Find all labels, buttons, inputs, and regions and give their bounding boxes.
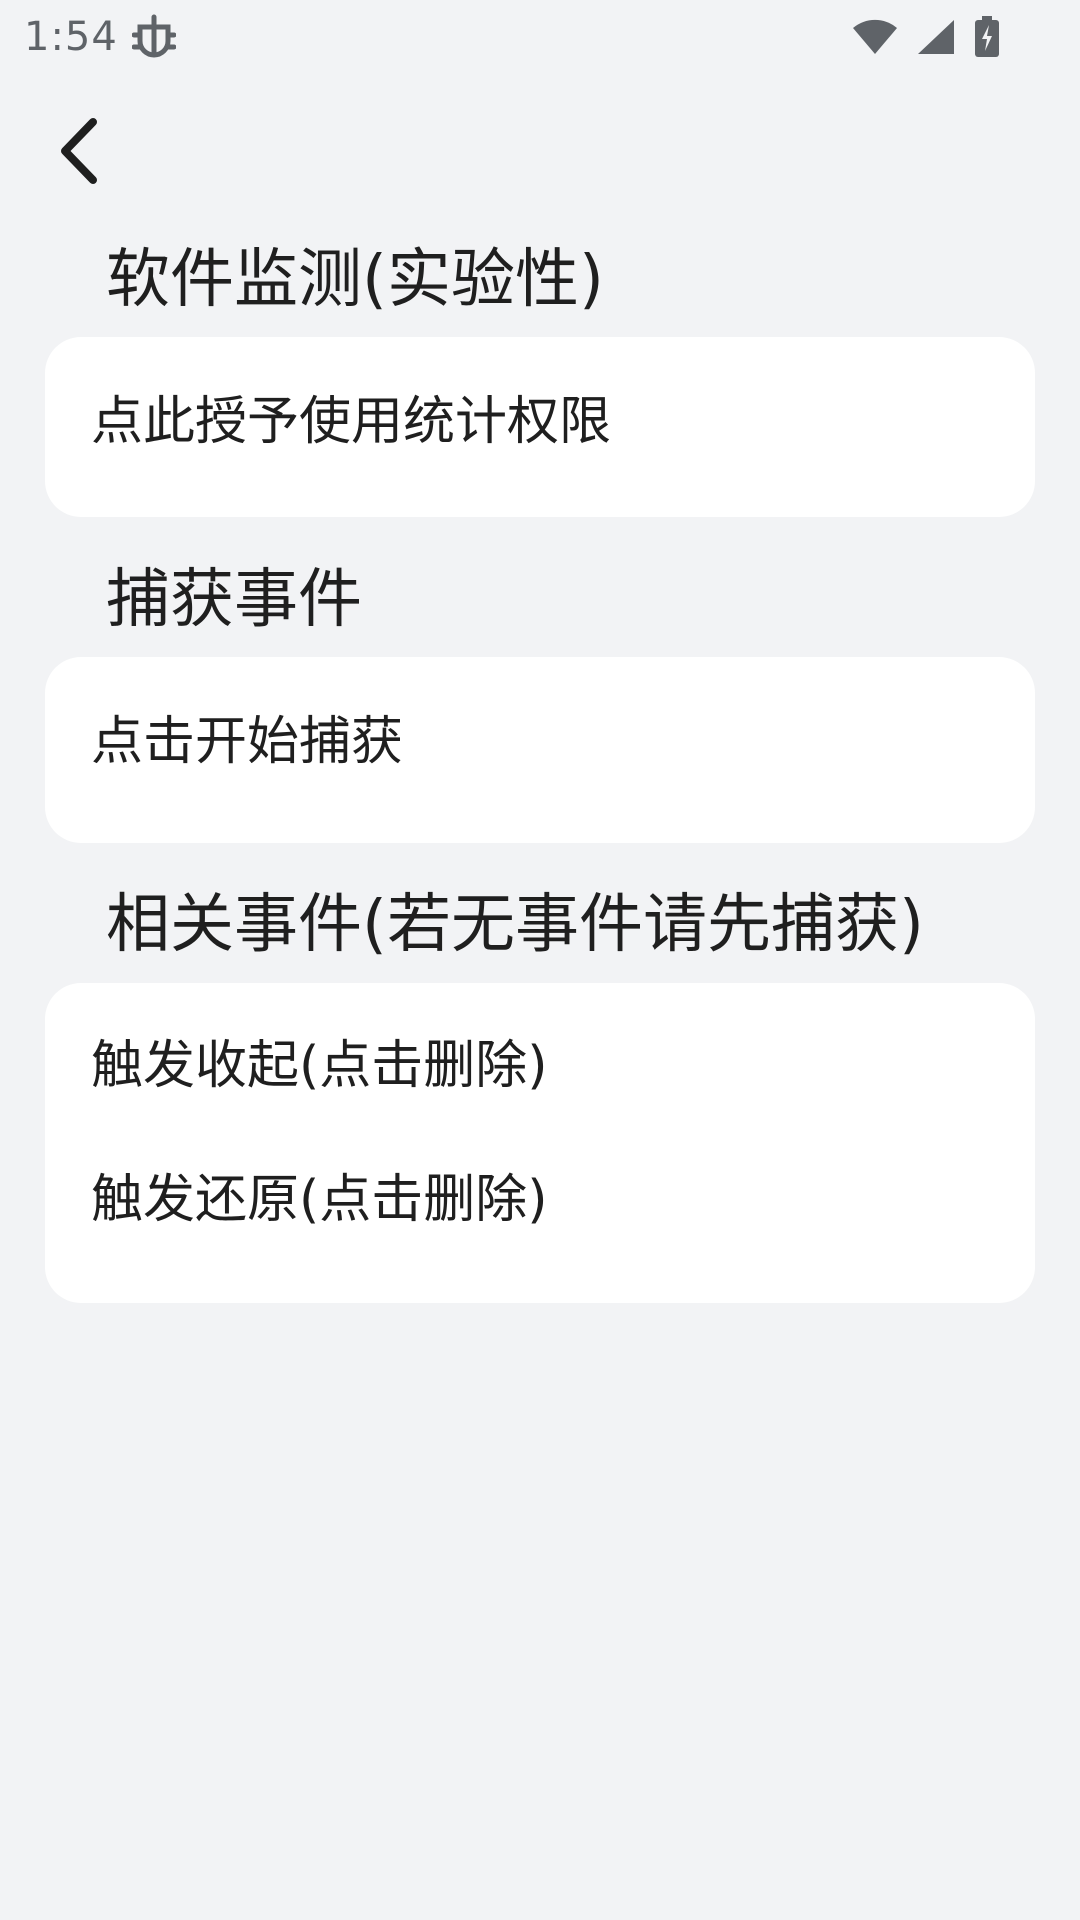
card-capture: 点击开始捕获 xyxy=(45,657,1035,843)
status-right xyxy=(852,16,1000,58)
section-title-related-events: 相关事件(若无事件请先捕获) xyxy=(106,888,924,962)
wifi-icon xyxy=(852,18,898,56)
back-button[interactable] xyxy=(38,108,118,198)
bug-icon xyxy=(131,13,176,61)
start-capture-item[interactable]: 点击开始捕获 xyxy=(91,707,403,777)
section-title-app-monitor: 软件监测(实验性) xyxy=(106,243,604,317)
signal-icon xyxy=(916,18,956,56)
section-title-capture: 捕获事件 xyxy=(106,563,362,637)
card-app-monitor: 点此授予使用统计权限 xyxy=(45,337,1035,517)
battery-charging-icon xyxy=(974,16,1000,58)
trigger-collapse-item[interactable]: 触发收起(点击删除) xyxy=(91,1031,548,1101)
grant-usage-permission-item[interactable]: 点此授予使用统计权限 xyxy=(91,387,611,457)
chevron-left-icon xyxy=(53,116,103,190)
status-left: 1:54 xyxy=(24,13,176,61)
status-bar: 1:54 xyxy=(0,0,1080,74)
status-time: 1:54 xyxy=(24,14,118,60)
trigger-restore-item[interactable]: 触发还原(点击删除) xyxy=(91,1165,548,1235)
card-related-events: 触发收起(点击删除) 触发还原(点击删除) xyxy=(45,983,1035,1303)
